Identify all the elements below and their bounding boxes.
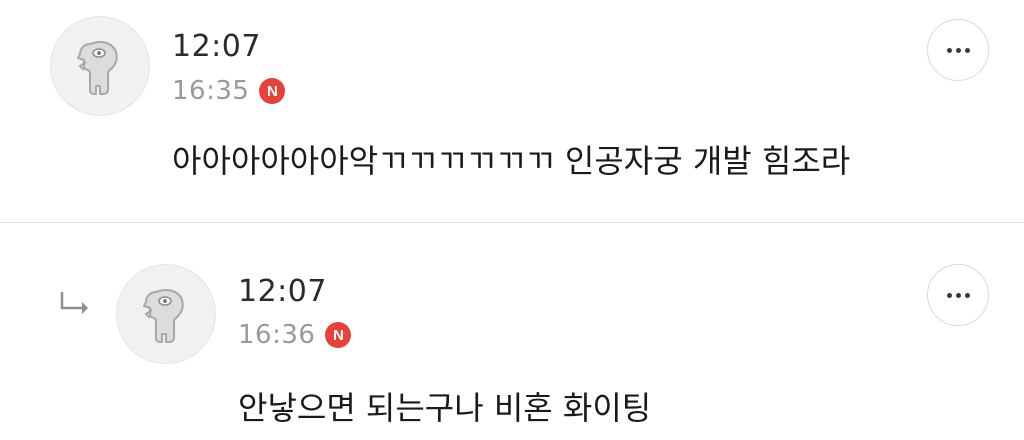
character-avatar-icon xyxy=(77,41,118,95)
comment-author[interactable]: 12:07 xyxy=(172,29,261,64)
comment-timestamp: 16:35 xyxy=(172,76,250,106)
reply-item: 12:07 16:36 N 안낳으면 되는구나 비혼 화이팅 xyxy=(0,224,1024,440)
character-avatar-icon xyxy=(143,289,184,343)
comment-meta: 16:36 N xyxy=(238,320,352,350)
comment-thread: 12:07 16:35 N 아아아아아아악ㄲㄲㄲㄲㄲㄲ 인공자궁 개발 힘조라 xyxy=(0,0,1024,440)
comment-body: 아아아아아아악ㄲㄲㄲㄲㄲㄲ 인공자궁 개발 힘조라 xyxy=(172,142,851,180)
divider xyxy=(0,222,1024,223)
more-dots-icon xyxy=(946,292,970,298)
comment-item: 12:07 16:35 N 아아아아아아악ㄲㄲㄲㄲㄲㄲ 인공자궁 개발 힘조라 xyxy=(0,0,1024,222)
avatar[interactable] xyxy=(50,16,150,116)
new-badge: N xyxy=(325,322,352,348)
avatar[interactable] xyxy=(116,264,216,364)
more-options-button[interactable] xyxy=(927,264,989,326)
reply-arrow-icon xyxy=(60,292,88,314)
new-badge: N xyxy=(259,78,286,104)
comment-author[interactable]: 12:07 xyxy=(238,274,327,309)
comment-meta: 16:35 N xyxy=(172,76,286,106)
more-options-button[interactable] xyxy=(927,19,989,81)
comment-timestamp: 16:36 xyxy=(238,320,316,350)
more-dots-icon xyxy=(946,47,970,53)
comment-body: 안낳으면 되는구나 비혼 화이팅 xyxy=(238,389,652,427)
